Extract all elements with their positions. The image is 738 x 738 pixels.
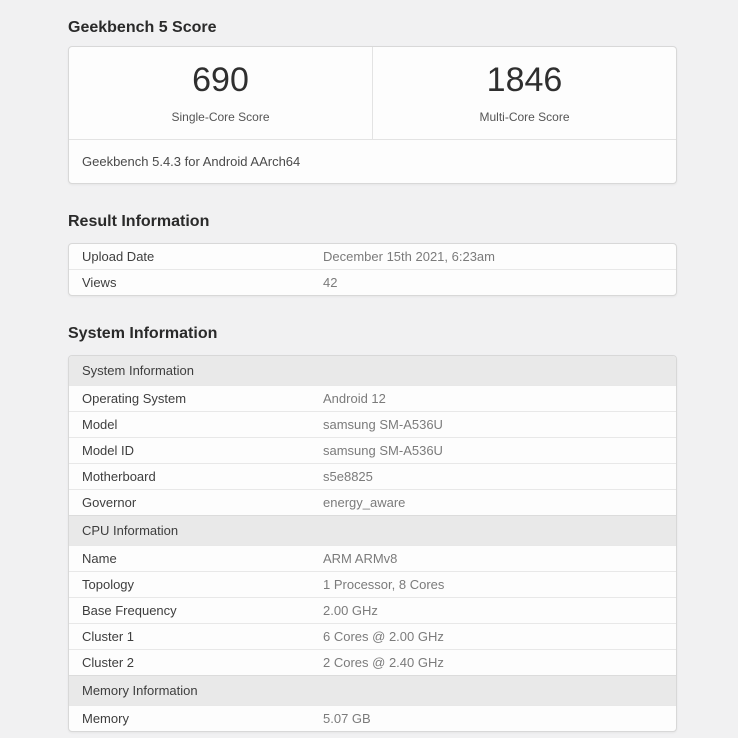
table-row: Model samsung SM-A536U (69, 411, 676, 437)
row-value: 2.00 GHz (323, 603, 378, 618)
single-core-score-value: 690 (192, 60, 249, 99)
row-value: Android 12 (323, 391, 386, 406)
geekbench-result-page: Geekbench 5 Score 690 Single-Core Score … (0, 0, 738, 732)
score-cells: 690 Single-Core Score 1846 Multi-Core Sc… (69, 47, 676, 139)
row-label: Model (82, 417, 118, 432)
row-label: Base Frequency (82, 603, 177, 618)
row-label: Cluster 2 (82, 655, 135, 670)
row-label: Governor (82, 495, 137, 510)
row-value: samsung SM-A536U (323, 417, 443, 432)
table-row: Model ID samsung SM-A536U (69, 437, 676, 463)
multi-core-score-label: Multi-Core Score (479, 109, 570, 124)
table-row: Cluster 1 6 Cores @ 2.00 GHz (69, 623, 676, 649)
table-row: Topology 1 Processor, 8 Cores (69, 571, 676, 597)
row-label: Motherboard (82, 469, 156, 484)
row-label: Name (82, 551, 117, 566)
row-label: Cluster 1 (82, 629, 135, 644)
score-card: 690 Single-Core Score 1846 Multi-Core Sc… (68, 46, 677, 184)
multi-core-score-value: 1846 (486, 60, 563, 99)
table-group-header: System Information (69, 356, 676, 385)
row-label: Memory (82, 711, 129, 726)
table-row: Operating System Android 12 (69, 385, 676, 411)
table-row: Views 42 (69, 269, 676, 295)
table-row: Governor energy_aware (69, 489, 676, 515)
result-information-card: Upload Date December 15th 2021, 6:23am V… (68, 243, 677, 296)
multi-core-score-cell: 1846 Multi-Core Score (372, 47, 676, 139)
single-core-score-label: Single-Core Score (171, 109, 270, 124)
system-information-card: System Information Operating System Andr… (68, 355, 677, 732)
single-core-score-cell: 690 Single-Core Score (69, 47, 372, 139)
row-value: energy_aware (323, 495, 406, 510)
table-row: Memory 5.07 GB (69, 705, 676, 731)
benchmark-platform-note: Geekbench 5.4.3 for Android AArch64 (69, 139, 676, 183)
table-row: Upload Date December 15th 2021, 6:23am (69, 244, 676, 269)
row-value: 42 (323, 275, 338, 290)
table-row: Motherboard s5e8825 (69, 463, 676, 489)
row-value: 1 Processor, 8 Cores (323, 577, 445, 592)
row-value: December 15th 2021, 6:23am (323, 249, 495, 264)
benchmark-score-title: Geekbench 5 Score (68, 19, 217, 36)
row-label: Model ID (82, 443, 135, 458)
system-information-title: System Information (68, 325, 218, 342)
row-value: s5e8825 (323, 469, 373, 484)
row-label: Upload Date (82, 249, 155, 264)
table-group-header: CPU Information (69, 515, 676, 545)
table-group-header: Memory Information (69, 675, 676, 705)
row-value: samsung SM-A536U (323, 443, 443, 458)
row-value: 6 Cores @ 2.00 GHz (323, 629, 444, 644)
row-label: Operating System (82, 391, 187, 406)
table-row: Base Frequency 2.00 GHz (69, 597, 676, 623)
row-value: 2 Cores @ 2.40 GHz (323, 655, 444, 670)
table-row: Name ARM ARMv8 (69, 545, 676, 571)
row-value: ARM ARMv8 (323, 551, 398, 566)
row-label: Views (82, 275, 117, 290)
row-label: Topology (82, 577, 135, 592)
row-value: 5.07 GB (323, 711, 371, 726)
table-row: Cluster 2 2 Cores @ 2.40 GHz (69, 649, 676, 675)
result-information-title: Result Information (68, 213, 210, 230)
